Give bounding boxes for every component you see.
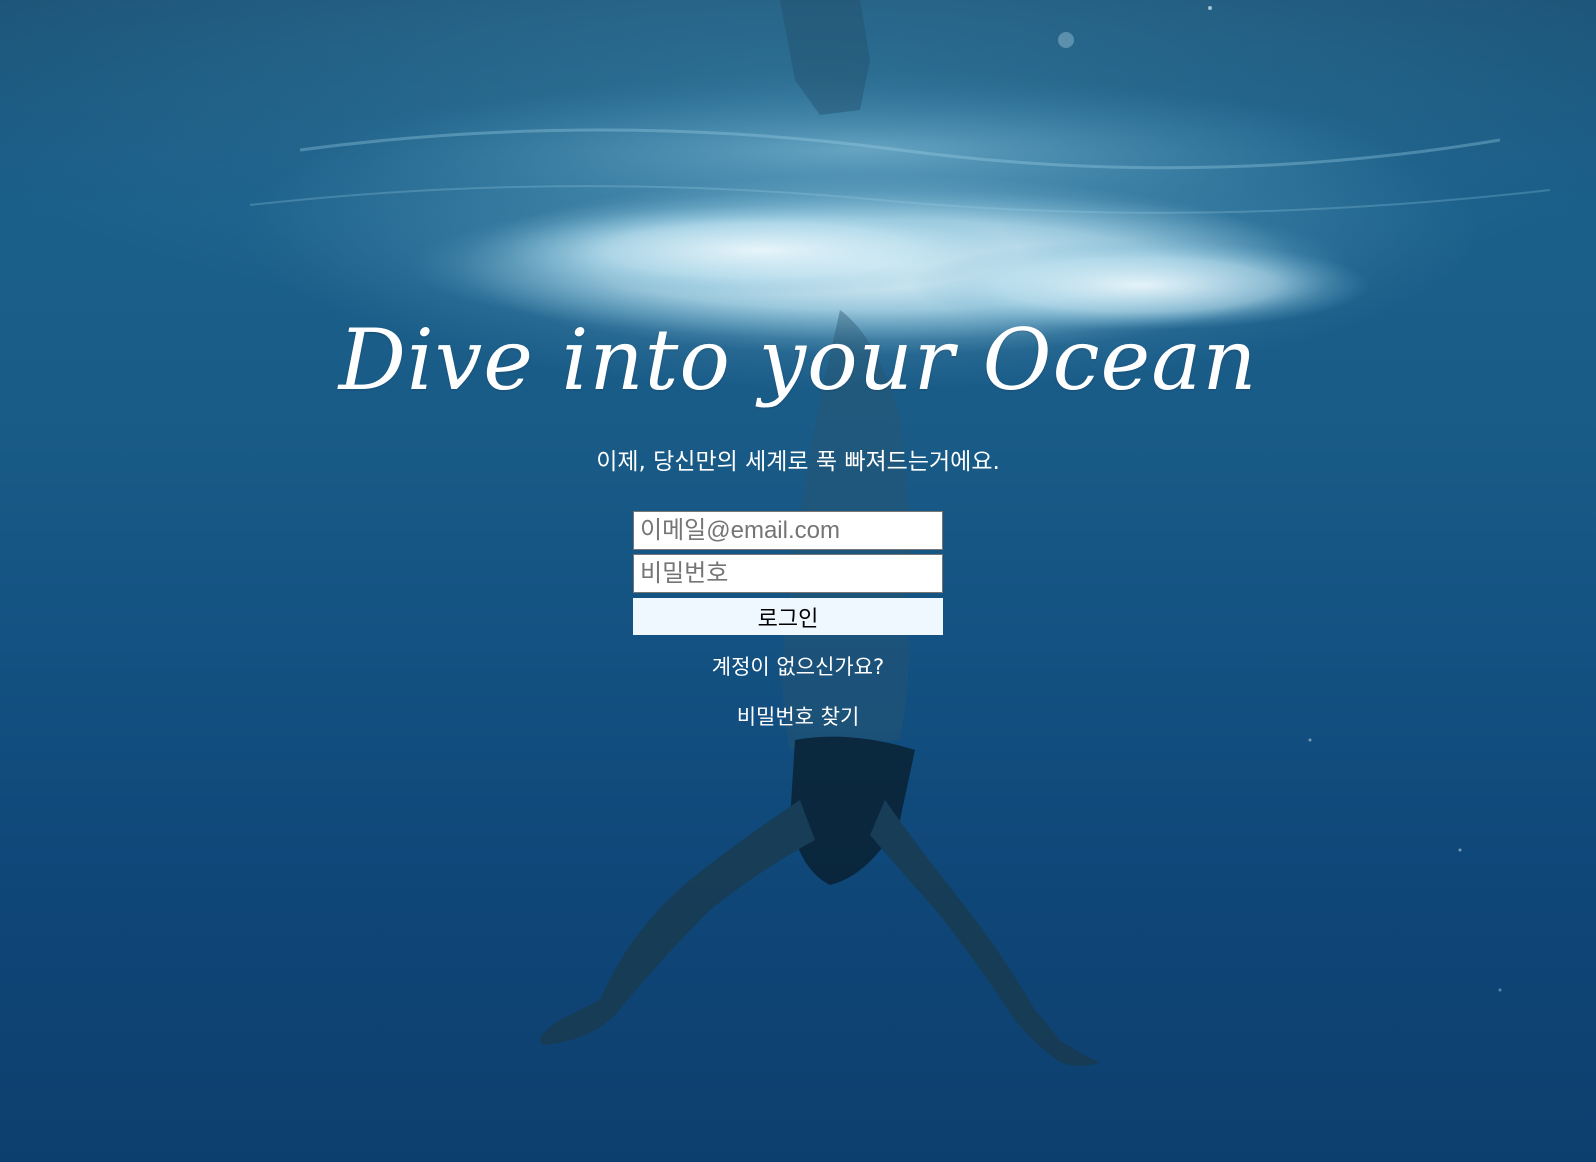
forgot-password-link[interactable]: 비밀번호 찾기: [0, 702, 1596, 732]
hero-subtitle: 이제, 당신만의 세계로 푹 빠져드는거에요.: [596, 449, 1000, 475]
password-input[interactable]: [633, 554, 943, 593]
login-screen: Dive into your Ocean 이제, 당신만의 세계로 푹 빠져드는…: [0, 0, 1596, 1162]
background-photo: Dive into your Ocean 이제, 당신만의 세계로 푹 빠져드는…: [0, 0, 1596, 1162]
email-input[interactable]: [633, 511, 943, 550]
hero-title: Dive into your Ocean: [338, 311, 1258, 409]
signup-link[interactable]: 계정이 없으신가요?: [0, 652, 1596, 682]
login-button[interactable]: 로그인: [633, 598, 943, 635]
login-form: 로그인: [633, 511, 943, 635]
